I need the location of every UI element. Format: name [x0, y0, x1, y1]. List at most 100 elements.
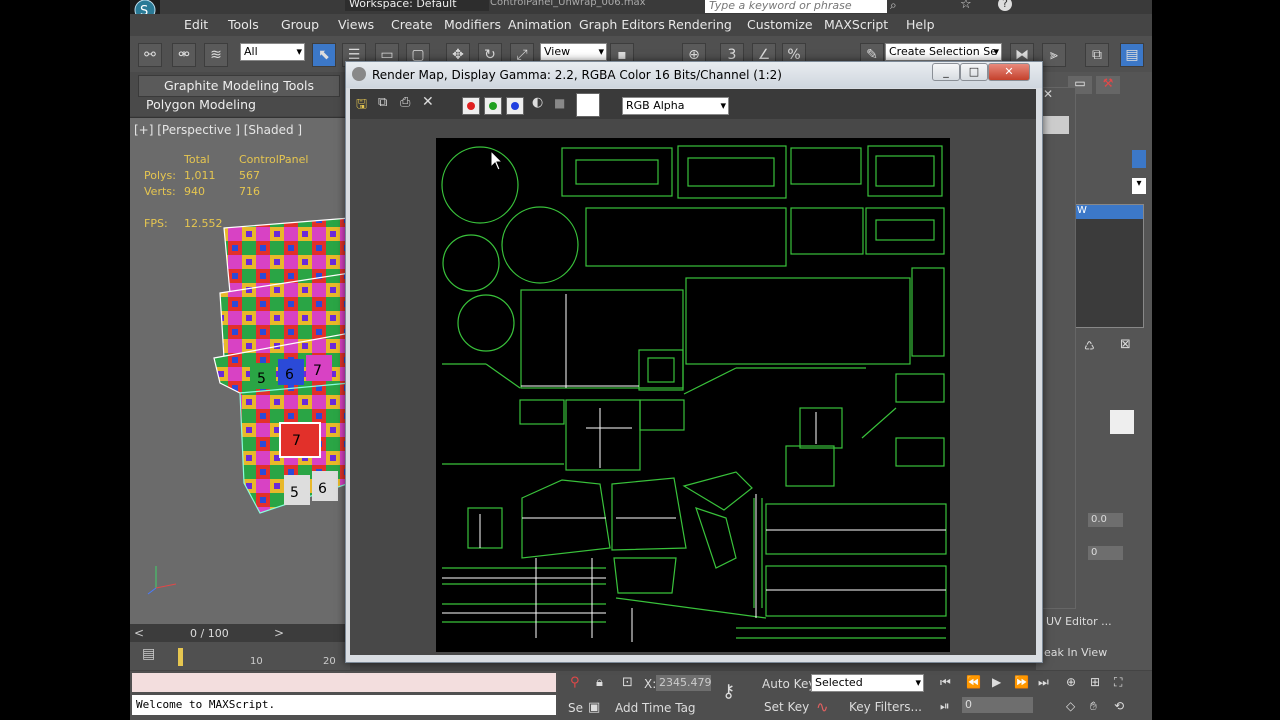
listener-output[interactable]: Welcome to MAXScript. — [132, 695, 556, 715]
go-to-start-icon[interactable]: ⏮ — [940, 675, 951, 690]
select-object-icon[interactable]: ⬉ — [312, 43, 336, 67]
star-icon[interactable]: ☆ — [960, 0, 972, 12]
uv-render-map[interactable] — [436, 138, 950, 652]
menu-tools[interactable]: Tools — [228, 17, 259, 32]
menu-bar: Edit Tools Group Views Create Modifiers … — [130, 14, 1152, 36]
uv-editor-button[interactable]: UV Editor ... — [1046, 615, 1112, 628]
render-window-body — [350, 119, 1036, 655]
previous-frame-icon[interactable]: ⏪ — [966, 675, 981, 689]
unlink-icon[interactable]: ⚮ — [172, 43, 196, 67]
selection-lock-icon[interactable]: ▣ — [588, 700, 600, 715]
close-button[interactable]: ✕ — [988, 63, 1030, 81]
menu-views[interactable]: Views — [338, 17, 374, 32]
binoculars-icon[interactable]: ⌕ — [890, 0, 906, 12]
menu-create[interactable]: Create — [391, 17, 433, 32]
help-icon[interactable]: ? — [998, 0, 1012, 11]
menu-maxscript[interactable]: MAXScript — [824, 17, 888, 32]
workspace-select[interactable]: Workspace: Default — [345, 0, 489, 11]
play-icon[interactable]: ▶ — [992, 675, 1001, 689]
menu-edit[interactable]: Edit — [184, 17, 208, 32]
absolute-mode-icon[interactable]: ⊡ — [622, 675, 633, 690]
utilities-tab-icon[interactable]: ⚒ — [1096, 76, 1120, 94]
selection-filter-select[interactable]: All — [240, 43, 305, 61]
x-coordinate-field[interactable]: 2345.479 — [656, 675, 712, 691]
polys-object: 567 — [239, 169, 260, 182]
current-frame-field[interactable]: 0 — [962, 697, 1033, 713]
link-icon[interactable]: ⚯ — [138, 43, 162, 67]
pan-icon[interactable]: ✋︎ — [1090, 699, 1097, 714]
spinner-field-2[interactable]: 0 — [1088, 546, 1123, 560]
print-icon[interactable]: ⎙ — [400, 95, 410, 110]
key-mode-toggle-icon[interactable]: ⏯ — [940, 699, 950, 714]
auto-key-button[interactable]: Auto Key — [762, 677, 815, 691]
control-panel-model[interactable]: 5 6 7 7 5 6 — [200, 213, 350, 533]
object-color-swatch[interactable] — [1132, 150, 1146, 168]
color-swatch[interactable] — [576, 93, 600, 117]
channel-display-select[interactable]: RGB Alpha — [622, 97, 729, 115]
named-selection-set-select[interactable]: Create Selection Se — [885, 43, 1002, 61]
set-key-button[interactable]: Set Key — [764, 700, 809, 714]
viewport-label[interactable]: [+] [Perspective ] [Shaded ] — [134, 123, 302, 137]
polys-total: 1,011 — [184, 169, 216, 182]
layer-manager-icon[interactable]: ⧉ — [1085, 43, 1109, 67]
track-bar[interactable]: ▤ 10 20 — [130, 642, 350, 670]
remove-modifier-icon[interactable]: ♺ — [1084, 339, 1095, 353]
maximize-button[interactable]: □ — [960, 63, 988, 81]
add-time-tag[interactable]: Add Time Tag — [615, 701, 696, 715]
monochrome-icon[interactable]: ■ — [554, 96, 565, 110]
menu-group[interactable]: Group — [281, 17, 319, 32]
cube-icon[interactable] — [1110, 410, 1134, 434]
blue-channel-toggle[interactable] — [506, 97, 524, 115]
alpha-channel-icon[interactable]: ◐ — [532, 95, 543, 110]
render-map-window: Render Map, Display Gamma: 2.2, RGBA Col… — [345, 61, 1043, 663]
green-channel-toggle[interactable] — [484, 97, 502, 115]
reference-coord-select[interactable]: View — [540, 43, 607, 61]
key-filters-button[interactable]: Key Filters... — [849, 700, 922, 714]
menu-customize[interactable]: Customize — [747, 17, 813, 32]
peak-in-view-label: eak In View — [1044, 646, 1108, 659]
menu-rendering[interactable]: Rendering — [668, 17, 732, 32]
modifier-list-dropdown[interactable]: ▾ — [1132, 178, 1146, 194]
curve-editor-icon[interactable]: ▤ — [142, 646, 155, 662]
key-mode-select[interactable]: Selected — [811, 674, 924, 692]
render-window-toolbar: 🖫︎ ⧉ ⎙ ✕ ◐ ■ RGB Alpha — [350, 89, 1036, 119]
modifier-stack[interactable]: W — [1072, 204, 1144, 328]
next-frame-icon[interactable]: ⏩ — [1014, 675, 1029, 689]
time-next-icon[interactable]: > — [274, 626, 284, 640]
minimize-button[interactable]: _ — [932, 63, 960, 81]
save-image-icon[interactable]: 🖫︎ — [356, 95, 367, 117]
zoom-icon[interactable]: ⊕ — [1066, 675, 1076, 689]
time-marker[interactable] — [178, 648, 183, 666]
svg-text:6: 6 — [285, 367, 294, 383]
background-dialog-close-icon[interactable]: ✕ — [1043, 87, 1053, 101]
menu-help[interactable]: Help — [906, 17, 935, 32]
render-window-titlebar[interactable]: Render Map, Display Gamma: 2.2, RGBA Col… — [346, 62, 1042, 88]
red-channel-toggle[interactable] — [462, 97, 480, 115]
zoom-all-icon[interactable]: ⊞ — [1090, 675, 1100, 689]
time-prev-icon[interactable]: < — [134, 626, 144, 640]
perspective-viewport[interactable]: [+] [Perspective ] [Shaded ] Total Contr… — [130, 117, 350, 624]
polygon-modeling-panel[interactable]: Polygon Modeling — [146, 97, 256, 112]
configure-modifier-icon[interactable]: ⊠ — [1120, 337, 1131, 352]
go-to-end-icon[interactable]: ⏭ — [1038, 675, 1049, 690]
time-slider[interactable]: < 0 / 100 > — [130, 624, 350, 642]
set-key-curve-icon[interactable]: ∿ — [816, 698, 829, 716]
menu-graph-editors[interactable]: Graph Editors — [579, 17, 665, 32]
fov-icon[interactable]: ◇ — [1066, 699, 1075, 713]
menu-animation[interactable]: Animation — [508, 17, 572, 32]
spinner-field-1[interactable]: 0.0 — [1088, 513, 1123, 527]
pin-icon[interactable]: ⚲ — [570, 675, 580, 690]
zoom-extents-icon[interactable]: ⛶ — [1114, 675, 1122, 690]
graphite-toggle-icon[interactable]: ▤ — [1120, 43, 1144, 67]
key-icon[interactable]: ⚷ — [722, 681, 735, 702]
lock-icon[interactable]: 🔒︎ — [596, 675, 603, 690]
menu-modifiers[interactable]: Modifiers — [444, 17, 501, 32]
orbit-icon[interactable]: ⟲ — [1114, 699, 1124, 713]
clear-icon[interactable]: ✕ — [422, 94, 434, 110]
graphite-modeling-tab[interactable]: Graphite Modeling Tools — [164, 78, 314, 93]
copy-image-icon[interactable]: ⧉ — [378, 95, 387, 110]
bind-space-warp-icon[interactable]: ≋ — [204, 43, 228, 67]
listener-input[interactable] — [132, 673, 556, 692]
search-field[interactable]: Type a keyword or phrase — [705, 0, 887, 13]
align-icon[interactable]: ⫸ — [1042, 43, 1066, 67]
